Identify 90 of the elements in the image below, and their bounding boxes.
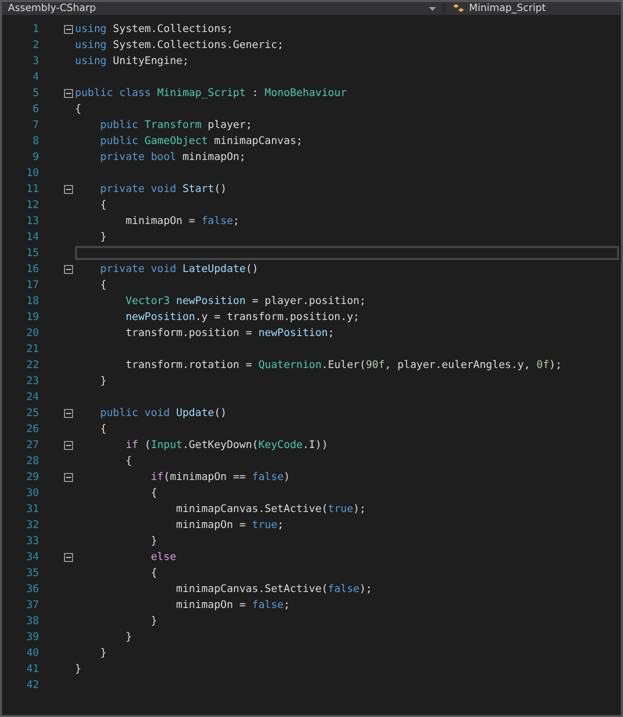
- code-line: using System.Collections.Generic;: [75, 39, 284, 51]
- line-number: 15: [25, 247, 39, 259]
- line-number: 27: [25, 439, 39, 451]
- code-line: Vector3 newPosition = player.position;: [124, 295, 366, 307]
- line-number: 26: [25, 423, 39, 435]
- code-line: minimapOn = false;: [124, 215, 240, 227]
- line-number: 32: [25, 519, 39, 531]
- line-number: 29: [25, 471, 39, 483]
- line-number: 13: [25, 215, 39, 227]
- code-line: public GameObject minimapCanvas;: [99, 135, 303, 147]
- code-line: if (Input.GetKeyDown(KeyCode.I)): [124, 439, 328, 451]
- caret-icon: [429, 6, 436, 10]
- code-line: transform.position = newPosition;: [124, 327, 334, 339]
- line-number: 20: [25, 327, 39, 339]
- line-number: 8: [32, 135, 39, 147]
- line-number: 36: [25, 583, 39, 595]
- line-number: 39: [25, 631, 39, 643]
- collapse-icon[interactable]: [64, 440, 73, 450]
- line-number: 19: [25, 311, 39, 323]
- code-line: {: [99, 199, 107, 211]
- code-line: {: [75, 103, 82, 115]
- collapse-icon[interactable]: [64, 184, 73, 194]
- code-line: {: [150, 567, 158, 579]
- code-line: {: [99, 279, 107, 291]
- line-number: 28: [25, 455, 39, 467]
- line-number: 17: [25, 279, 39, 291]
- line-number: 31: [25, 503, 39, 515]
- code-line: }: [99, 231, 107, 243]
- line-number: 2: [32, 39, 39, 51]
- class-dropdown[interactable]: Minimap_Script: [446, 2, 621, 15]
- line-number: 10: [25, 167, 39, 179]
- line-number: 34: [25, 551, 39, 563]
- collapse-icon[interactable]: [64, 264, 73, 274]
- code-line: }: [124, 631, 132, 643]
- line-number: 40: [25, 647, 39, 659]
- line-number: 5: [32, 87, 39, 99]
- code-line: public class Minimap_Script : MonoBehaviour: [75, 87, 347, 99]
- line-number: 35: [25, 567, 39, 579]
- line-number: 9: [32, 151, 39, 163]
- collapse-icon[interactable]: [64, 24, 73, 34]
- line-number: 18: [25, 295, 39, 307]
- class-icon: [452, 3, 464, 14]
- line-number: 1: [32, 23, 39, 35]
- line-number: 37: [25, 599, 39, 611]
- code-line: public void Update(): [99, 407, 227, 419]
- code-line: {: [124, 455, 132, 467]
- code-line: minimapOn = false;: [175, 599, 290, 611]
- code-line: {: [99, 423, 107, 435]
- line-number: 42: [25, 679, 39, 691]
- code-line: minimapCanvas.SetActive(true);: [175, 503, 366, 515]
- line-number: 3: [32, 55, 39, 67]
- line-number: 4: [32, 71, 39, 83]
- line-number: 33: [25, 535, 39, 547]
- code-line: using System.Collections;: [75, 23, 234, 35]
- line-number: 21: [25, 343, 39, 355]
- code-line: minimapOn = true;: [175, 519, 284, 531]
- line-number: 6: [32, 103, 39, 115]
- line-number: 41: [25, 663, 39, 675]
- code-line: }: [99, 647, 107, 659]
- code-line: private void LateUpdate(): [99, 263, 258, 275]
- collapse-icon[interactable]: [64, 552, 73, 562]
- line-number: 23: [25, 375, 39, 387]
- collapse-icon[interactable]: [64, 408, 73, 418]
- code-line: public Transform player;: [99, 119, 252, 131]
- code-line: }: [99, 375, 107, 387]
- line-number: 25: [25, 407, 39, 419]
- line-number: 38: [25, 615, 39, 627]
- code-line: using UnityEngine;: [75, 55, 189, 67]
- code-line: private void Start(): [99, 183, 227, 195]
- line-number: 12: [25, 199, 39, 211]
- line-number: 22: [25, 359, 39, 371]
- collapse-icon[interactable]: [64, 472, 73, 482]
- code-line: private bool minimapOn;: [99, 151, 246, 163]
- code-line: transform.rotation = Quaternion.Euler(90f, player.eulerAngles.y, 0f);: [124, 359, 562, 371]
- line-number: 14: [25, 231, 39, 243]
- collapse-icon[interactable]: [64, 88, 73, 98]
- code-line: newPosition.y = transform.position.y;: [124, 311, 360, 323]
- code-line: }: [150, 535, 158, 547]
- line-number: 7: [32, 119, 39, 131]
- code-line: }: [150, 615, 158, 627]
- code-line: if(minimapOn == false): [150, 471, 290, 483]
- line-number: 30: [25, 487, 39, 499]
- code-line: }: [75, 663, 82, 675]
- line-number: 24: [25, 391, 39, 403]
- line-number: 11: [25, 183, 39, 195]
- code-line: {: [150, 487, 158, 499]
- code-line: else: [150, 551, 176, 563]
- line-number: 16: [25, 263, 39, 275]
- code-line: minimapCanvas.SetActive(false);: [175, 583, 372, 595]
- project-dropdown[interactable]: Assembly-CSharp: [2, 2, 442, 15]
